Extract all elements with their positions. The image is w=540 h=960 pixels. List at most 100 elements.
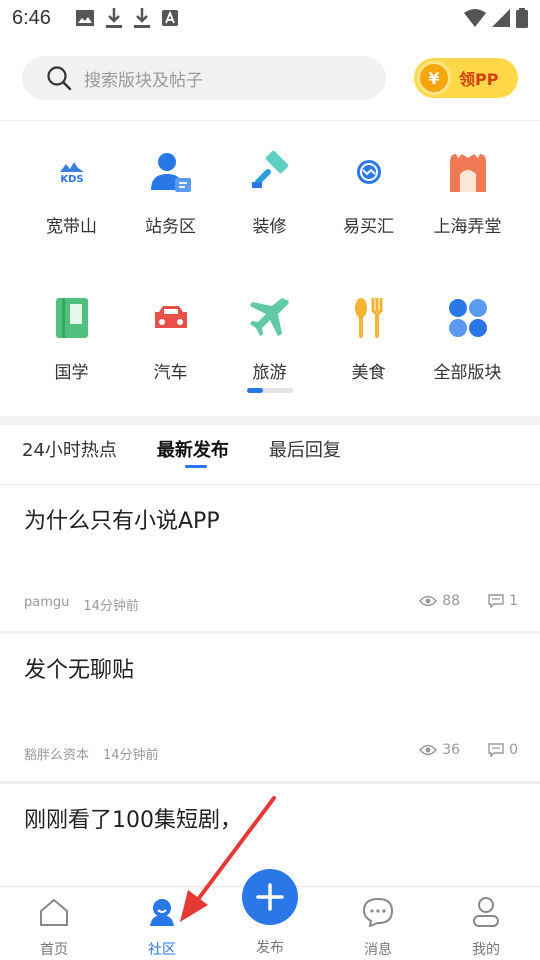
book-icon xyxy=(50,296,94,340)
status-time: 6:46 xyxy=(12,6,51,29)
post-time: 14分钟前 xyxy=(83,599,139,614)
category-label: 易买汇 xyxy=(343,217,394,237)
page-indicator xyxy=(247,388,293,393)
tab-hot-24h[interactable]: 24小时热点 xyxy=(22,426,117,484)
claim-pp-label: 领PP xyxy=(459,70,499,89)
category-label: 旅游 xyxy=(252,363,287,383)
grid-clover-icon xyxy=(446,296,490,340)
image-icon xyxy=(76,10,94,26)
search-icon xyxy=(47,66,72,91)
publish-button[interactable] xyxy=(242,869,298,925)
nav-home[interactable]: 首页 xyxy=(0,887,108,960)
category-label: 汽车 xyxy=(153,363,188,383)
text-badge-icon xyxy=(162,10,178,26)
svg-text:KDS: KDS xyxy=(60,174,83,185)
tab-label: 24小时热点 xyxy=(22,440,117,461)
post-item[interactable]: 为什么只有小说APP pamgu 14分钟前 88 1 xyxy=(0,485,540,631)
category-row: KDS 宽带山 站务区 装修 易买汇 上海弄堂 xyxy=(22,150,518,296)
category-trade[interactable]: 易买汇 xyxy=(319,150,418,296)
nav-messages[interactable]: 消息 xyxy=(324,887,432,960)
post-time: 14分钟前 xyxy=(103,748,159,763)
category-staff[interactable]: 站务区 xyxy=(121,150,220,296)
spoon-fork-icon xyxy=(347,296,391,340)
post-author: 豁胖么资本 xyxy=(24,748,90,763)
comment-count: 1 xyxy=(488,593,518,609)
airplane-icon xyxy=(248,296,292,340)
post-meta: 豁胖么资本 14分钟前 xyxy=(24,744,159,763)
category-kds[interactable]: KDS 宽带山 xyxy=(22,150,121,296)
category-grid: KDS 宽带山 站务区 装修 易买汇 上海弄堂 国学 汽车 旅游 美食 全部版块 xyxy=(22,150,518,442)
category-label: 宽带山 xyxy=(46,217,97,237)
coin-icon: ¥ xyxy=(417,61,451,95)
claim-pp-button[interactable]: ¥ 领PP xyxy=(414,58,518,98)
status-bar: 6:46 xyxy=(0,0,540,36)
feed-tabs: 24小时热点 最新发布 最后回复 xyxy=(22,426,522,484)
chat-bubble-icon xyxy=(360,895,396,929)
comment-icon xyxy=(488,594,504,608)
status-icons-right xyxy=(464,8,528,28)
header-divider xyxy=(0,120,540,121)
view-count-value: 88 xyxy=(442,593,461,609)
post-item[interactable]: 发个无聊贴 豁胖么资本 14分钟前 36 0 xyxy=(0,634,540,781)
section-gap xyxy=(0,416,540,425)
comment-count-value: 1 xyxy=(509,593,518,609)
post-title: 为什么只有小说APP xyxy=(24,509,220,534)
home-icon xyxy=(36,895,72,929)
comment-count: 0 xyxy=(488,742,518,758)
view-count-value: 36 xyxy=(442,742,461,758)
profile-icon xyxy=(468,895,504,929)
nav-profile[interactable]: 我的 xyxy=(432,887,540,960)
bottom-nav: 首页 社区 发布 消息 我的 xyxy=(0,869,540,960)
page-indicator-active xyxy=(247,388,263,393)
wifi-icon xyxy=(464,9,486,27)
tab-active-indicator xyxy=(184,465,207,468)
download-icon xyxy=(106,8,122,28)
post-author: pamgu xyxy=(24,595,70,610)
tab-latest[interactable]: 最新发布 xyxy=(157,426,229,484)
nav-publish[interactable]: 发布 xyxy=(216,869,324,960)
staff-user-icon xyxy=(149,150,193,194)
header: 搜索版块及帖子 ¥ 领PP xyxy=(22,54,522,102)
category-lane[interactable]: 上海弄堂 xyxy=(418,150,517,296)
battery-icon xyxy=(516,8,528,28)
post-title: 发个无聊贴 xyxy=(24,658,135,683)
eye-icon xyxy=(419,744,438,756)
search-placeholder: 搜索版块及帖子 xyxy=(84,70,203,91)
plus-icon xyxy=(256,883,284,911)
category-decor[interactable]: 装修 xyxy=(220,150,319,296)
nav-label: 社区 xyxy=(148,942,176,958)
view-count: 36 xyxy=(419,742,460,758)
gate-building-icon xyxy=(446,150,490,194)
search-bar[interactable]: 搜索版块及帖子 xyxy=(22,56,386,100)
nav-label: 我的 xyxy=(472,942,500,958)
category-label: 装修 xyxy=(252,217,287,237)
category-label: 站务区 xyxy=(145,217,196,237)
nav-label: 首页 xyxy=(40,942,68,958)
view-count: 88 xyxy=(419,593,460,609)
tab-label: 最新发布 xyxy=(156,440,229,461)
tab-last-reply[interactable]: 最后回复 xyxy=(269,426,341,484)
post-stats: 36 0 xyxy=(391,742,518,758)
status-icons-left xyxy=(76,8,178,28)
download-icon xyxy=(134,8,150,28)
nav-community[interactable]: 社区 xyxy=(108,887,216,960)
category-label: 美食 xyxy=(351,363,386,383)
eye-icon xyxy=(419,595,438,607)
post-title: 刚刚看了100集短剧， xyxy=(24,808,242,833)
comment-count-value: 0 xyxy=(509,742,518,758)
community-icon xyxy=(144,895,180,929)
comment-icon xyxy=(488,743,504,757)
nav-label: 消息 xyxy=(364,942,392,958)
signal-icon xyxy=(492,9,510,27)
exchange-icon xyxy=(347,150,391,194)
category-label: 国学 xyxy=(54,363,89,383)
post-stats: 88 1 xyxy=(391,593,518,609)
car-icon xyxy=(149,296,193,340)
nav-label: 发布 xyxy=(256,940,284,956)
category-label: 全部版块 xyxy=(433,363,502,383)
paint-roller-icon xyxy=(248,150,292,194)
category-label: 上海弄堂 xyxy=(433,217,502,237)
kds-logo-icon: KDS xyxy=(50,150,94,194)
tab-label: 最后回复 xyxy=(268,440,341,461)
post-meta: pamgu 14分钟前 xyxy=(24,595,139,614)
